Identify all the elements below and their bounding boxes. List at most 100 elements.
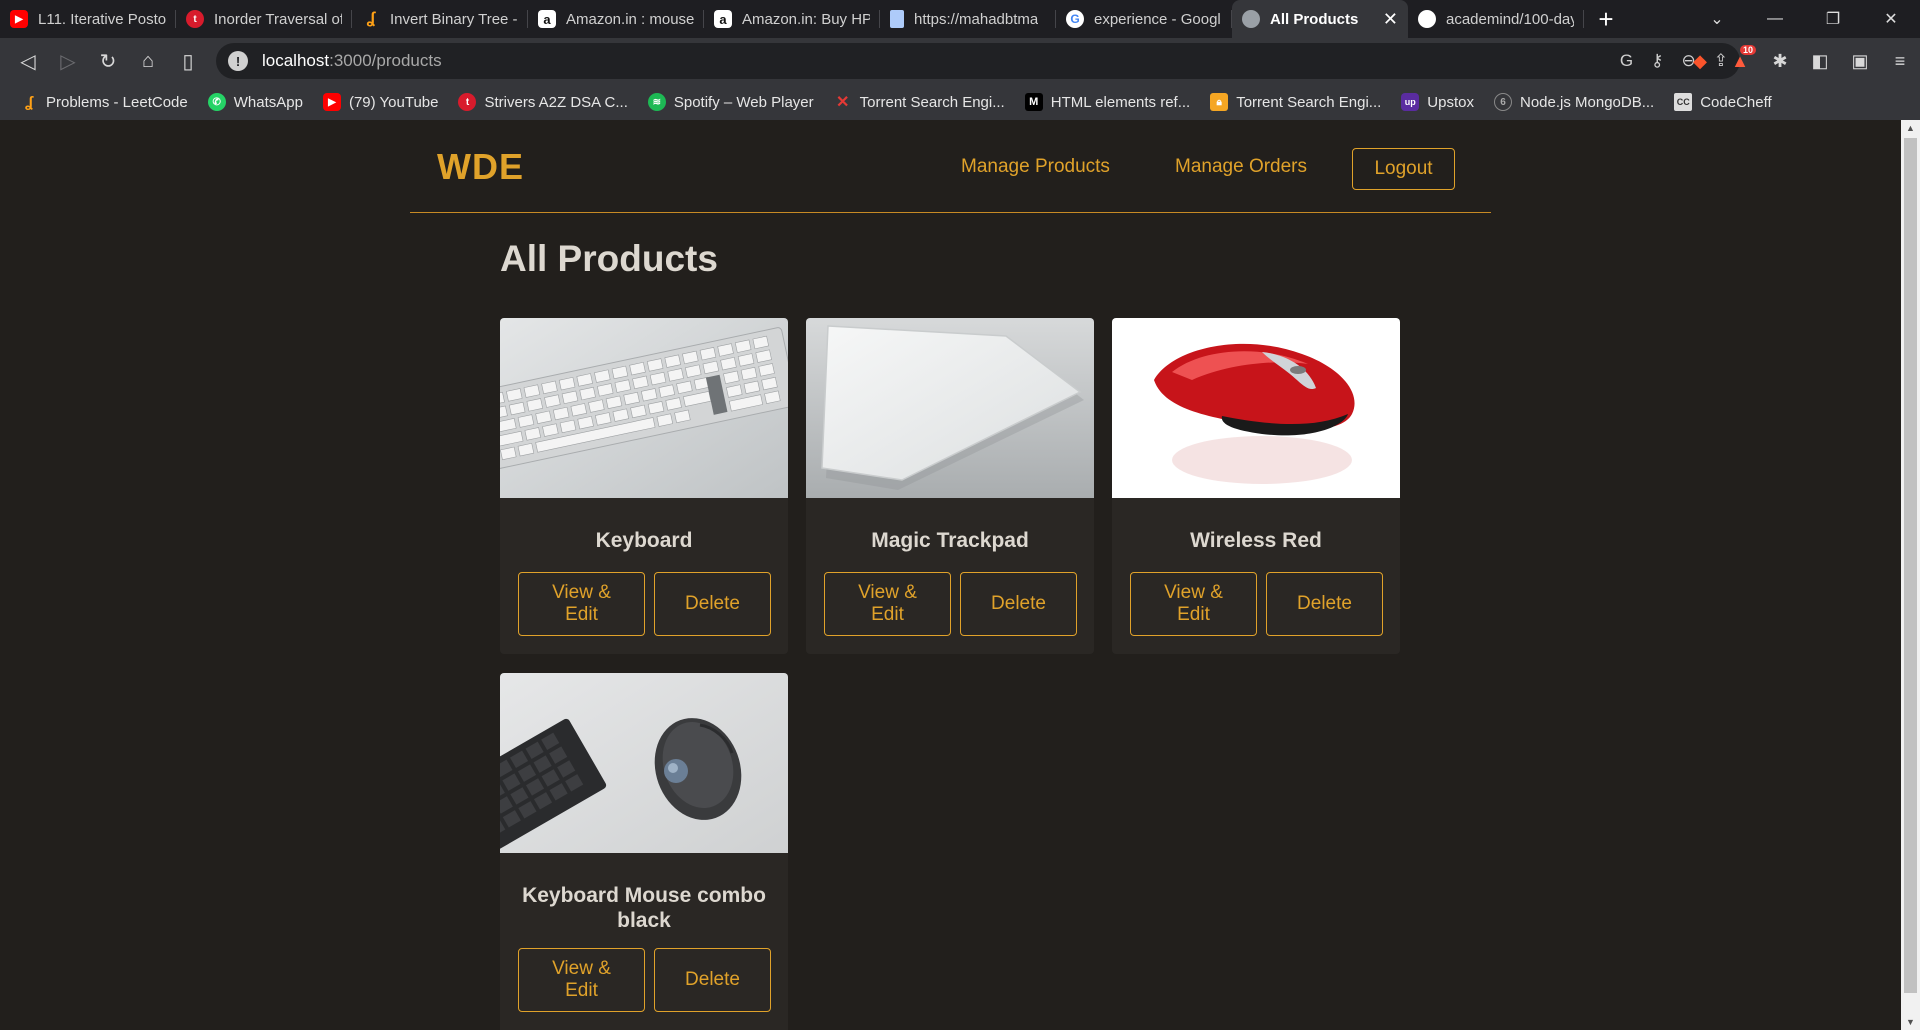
wallet-icon[interactable]: ▣ xyxy=(1848,51,1872,72)
home-icon[interactable]: ⌂ xyxy=(128,41,168,81)
tab-title: experience - Googl xyxy=(1094,10,1221,28)
globe-icon xyxy=(1242,10,1260,28)
bookmark-item[interactable]: ▶ (79) YouTube xyxy=(322,93,439,111)
bookmark-item[interactable]: up Upstox xyxy=(1401,93,1474,111)
tab-search-icon[interactable]: ⌄ xyxy=(1688,0,1746,38)
reload-icon[interactable]: ↻ xyxy=(88,41,128,81)
nav-manage-products[interactable]: Manage Products xyxy=(961,156,1110,178)
bookmark-label: Spotify – Web Player xyxy=(673,93,814,111)
google-lens-icon[interactable]: G xyxy=(1620,51,1633,71)
product-card: Keyboard View & Edit Delete xyxy=(500,318,788,654)
brave-rewards-icon[interactable]: ▲ 10 xyxy=(1728,44,1757,72)
product-card: Magic Trackpad View & Edit Delete xyxy=(806,318,1094,654)
browser-tab[interactable]: a Amazon.in : mouse xyxy=(528,0,704,38)
tab-title: All Products xyxy=(1270,10,1359,28)
forward-icon[interactable]: ▷ xyxy=(48,41,88,81)
google-icon: G xyxy=(1066,10,1084,28)
site-info-icon[interactable]: ! xyxy=(228,51,248,71)
tab-title: L11. Iterative Postor xyxy=(38,10,166,28)
keyboard-mouse-combo-image xyxy=(500,673,788,853)
delete-button[interactable]: Delete xyxy=(654,948,771,1012)
logout-button[interactable]: Logout xyxy=(1352,148,1455,190)
browser-tab[interactable]: a Amazon.in: Buy HP xyxy=(704,0,880,38)
document-icon xyxy=(890,10,904,28)
bookmark-item[interactable]: 🔒︎ Torrent Search Engi... xyxy=(1210,93,1381,111)
browser-tab[interactable]: academind/100-day xyxy=(1408,0,1584,38)
site-logo[interactable]: WDE xyxy=(437,146,524,188)
leetcode-icon: ʆ xyxy=(366,10,376,27)
bookmark-item[interactable]: ≋ Spotify – Web Player xyxy=(647,93,814,111)
extensions-icon[interactable]: ✱ xyxy=(1768,51,1792,72)
browser-tab[interactable]: t Inorder Traversal of xyxy=(176,0,352,38)
product-name: Keyboard xyxy=(595,529,693,552)
bookmark-item[interactable]: CC CodeCheff xyxy=(1674,93,1772,111)
scroll-down-icon[interactable]: ▼ xyxy=(1901,1014,1920,1030)
leetcode-icon: ʆ xyxy=(24,93,34,111)
bookmark-label: Problems - LeetCode xyxy=(46,93,188,111)
tab-title: academind/100-day xyxy=(1446,10,1574,28)
keyboard-image xyxy=(500,318,788,498)
delete-button[interactable]: Delete xyxy=(1266,572,1383,636)
back-icon[interactable]: ◁ xyxy=(8,41,48,81)
address-bar[interactable]: ! localhost:3000/products G ⚷ ⊖ ⇪ xyxy=(216,43,1740,79)
url-host: localhost xyxy=(262,51,330,70)
node-icon: 6 xyxy=(1493,93,1512,111)
tab-title: Amazon.in : mouse xyxy=(566,10,694,28)
youtube-icon: ▶ xyxy=(322,93,341,111)
menu-icon[interactable]: ≡ xyxy=(1888,51,1912,72)
product-name: Magic Trackpad xyxy=(871,529,1029,552)
product-name: Wireless Red xyxy=(1190,529,1322,552)
view-edit-button[interactable]: View & Edit xyxy=(518,572,645,636)
bookmark-label: Upstox xyxy=(1427,93,1474,111)
spotify-icon: ≋ xyxy=(647,93,666,111)
whatsapp-icon: ✆ xyxy=(207,93,226,111)
browser-tab[interactable]: ▶ L11. Iterative Postor xyxy=(0,0,176,38)
browser-tab[interactable]: https://mahadbtma xyxy=(880,0,1056,38)
bookmark-item[interactable]: ʆ Problems - LeetCode xyxy=(20,93,188,111)
new-tab-button[interactable]: + xyxy=(1584,0,1628,38)
codechef-icon: CC xyxy=(1674,93,1693,111)
rewards-badge: 10 xyxy=(1740,44,1757,55)
bookmark-item[interactable]: t Strivers A2Z DSA C... xyxy=(458,93,628,111)
minimize-icon[interactable]: — xyxy=(1746,0,1804,38)
youtube-icon: ▶ xyxy=(10,10,28,28)
bookmark-item[interactable]: M HTML elements ref... xyxy=(1024,93,1190,111)
bookmark-label: CodeCheff xyxy=(1700,93,1772,111)
view-edit-button[interactable]: View & Edit xyxy=(518,948,645,1012)
view-edit-button[interactable]: View & Edit xyxy=(1130,572,1257,636)
bookmark-item[interactable]: ✆ WhatsApp xyxy=(207,93,303,111)
tab-title: https://mahadbtma xyxy=(914,10,1039,28)
delete-button[interactable]: Delete xyxy=(654,572,771,636)
browser-toolbar: ◁ ▷ ↻ ⌂ ▯ ! localhost:3000/products G ⚷ … xyxy=(0,38,1920,84)
restore-icon[interactable]: ❐ xyxy=(1804,0,1862,38)
product-name: Keyboard Mouse combo black xyxy=(522,884,766,932)
view-edit-button[interactable]: View & Edit xyxy=(824,572,951,636)
product-card: Wireless Red View & Edit Delete xyxy=(1112,318,1400,654)
toolbar-right-icons: ◆ ▲ 10 ✱ ◧ ▣ ≡ xyxy=(1688,38,1912,84)
bookmark-item[interactable]: ✕ Torrent Search Engi... xyxy=(834,93,1005,112)
nav-manage-orders[interactable]: Manage Orders xyxy=(1175,156,1307,178)
browser-tab[interactable]: ʆ Invert Binary Tree - xyxy=(352,0,528,38)
close-tab-icon[interactable]: ✕ xyxy=(1383,9,1398,30)
sidebar-icon[interactable]: ◧ xyxy=(1808,51,1832,72)
tab-title: Amazon.in: Buy HP xyxy=(742,10,870,28)
bookmarks-bar: ʆ Problems - LeetCode ✆ WhatsApp ▶ (79) You… xyxy=(0,84,1920,120)
page-scrollbar[interactable]: ▲ ▼ xyxy=(1901,120,1920,1030)
tab-title: Invert Binary Tree - xyxy=(390,10,518,28)
github-icon xyxy=(1418,10,1436,28)
key-icon[interactable]: ⚷ xyxy=(1651,51,1663,71)
bookmark-item[interactable]: 6 Node.js MongoDB... xyxy=(1493,93,1654,111)
bookmark-label: Torrent Search Engi... xyxy=(1236,93,1382,111)
browser-tab[interactable]: G experience - Googl xyxy=(1056,0,1232,38)
brave-shield-icon[interactable]: ◆ xyxy=(1688,51,1712,72)
delete-button[interactable]: Delete xyxy=(960,572,1077,636)
scrollbar-thumb[interactable] xyxy=(1904,138,1917,993)
tuf-icon: t xyxy=(186,10,204,28)
bookmark-label: (79) YouTube xyxy=(348,93,439,111)
browser-tab-active[interactable]: All Products ✕ xyxy=(1232,0,1408,38)
scroll-up-icon[interactable]: ▲ xyxy=(1901,120,1920,136)
close-window-icon[interactable]: ✕ xyxy=(1862,0,1920,38)
bookmark-label: Strivers A2Z DSA C... xyxy=(484,93,628,111)
browser-tab-strip: ▶ L11. Iterative Postor t Inorder Traver… xyxy=(0,0,1920,38)
bookmark-icon[interactable]: ▯ xyxy=(168,41,208,81)
